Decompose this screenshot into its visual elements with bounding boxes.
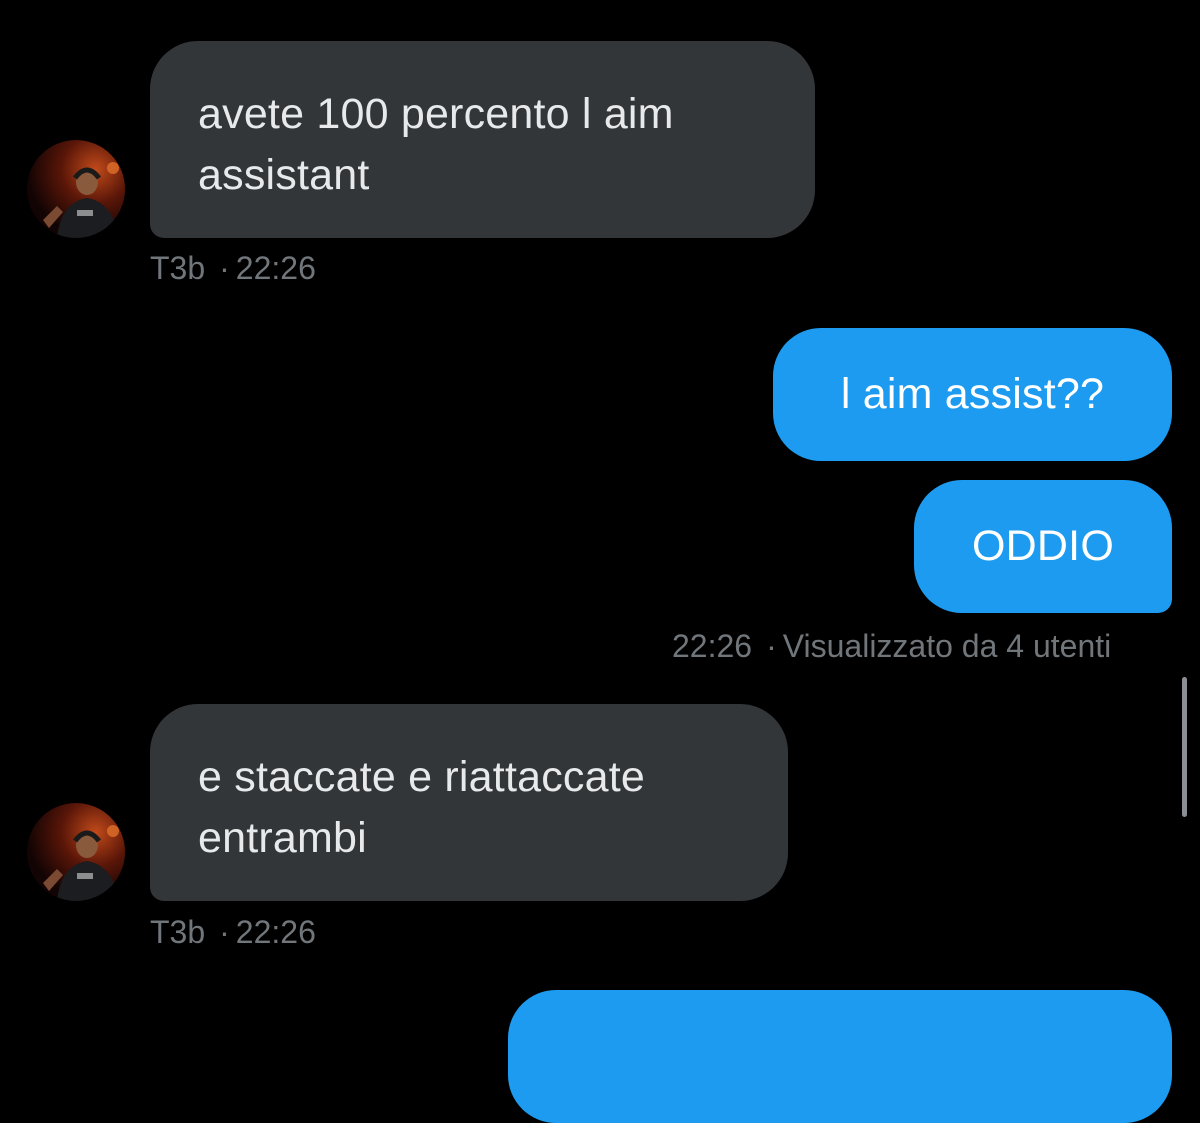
message-text-line: avete 100 percento l aim xyxy=(198,90,674,138)
separator-dot: · xyxy=(219,914,230,950)
message-bubble-outgoing[interactable]: l aim assist?? xyxy=(773,328,1172,461)
message-text: l aim assist?? xyxy=(840,370,1105,418)
message-bubble-incoming[interactable]: avete 100 percento l aim assistant xyxy=(150,41,815,238)
message-text-line: entrambi xyxy=(198,814,367,862)
sender-name[interactable]: T3b xyxy=(150,250,205,286)
sender-name[interactable]: T3b xyxy=(150,914,205,950)
message-text-line: assistant xyxy=(198,151,370,199)
message-bubble-outgoing[interactable]: ODDIO xyxy=(914,480,1172,613)
message-text: ODDIO xyxy=(972,522,1114,570)
message-bubble-incoming[interactable]: e staccate e riattaccate entrambi xyxy=(150,704,788,901)
message-time: 22:26 xyxy=(235,914,316,950)
message-meta: T3b · 22:26 xyxy=(150,250,316,287)
avatar-photo-icon xyxy=(43,162,119,238)
seen-status[interactable]: Visualizzato da 4 utenti xyxy=(783,628,1112,664)
sender-avatar[interactable] xyxy=(27,803,125,901)
message-text-line: e staccate e riattaccate xyxy=(198,753,645,801)
message-bubble-outgoing-partial[interactable] xyxy=(508,990,1172,1123)
sender-avatar[interactable] xyxy=(27,140,125,238)
message-time: 22:26 xyxy=(235,250,316,286)
scrollbar[interactable] xyxy=(1182,677,1187,817)
avatar-photo-icon xyxy=(43,825,119,901)
message-meta: T3b · 22:26 xyxy=(150,914,316,951)
message-time: 22:26 xyxy=(672,628,753,664)
separator-dot: · xyxy=(219,250,230,286)
separator-dot: · xyxy=(766,628,777,664)
message-meta: 22:26 · Visualizzato da 4 utenti xyxy=(672,628,1111,665)
